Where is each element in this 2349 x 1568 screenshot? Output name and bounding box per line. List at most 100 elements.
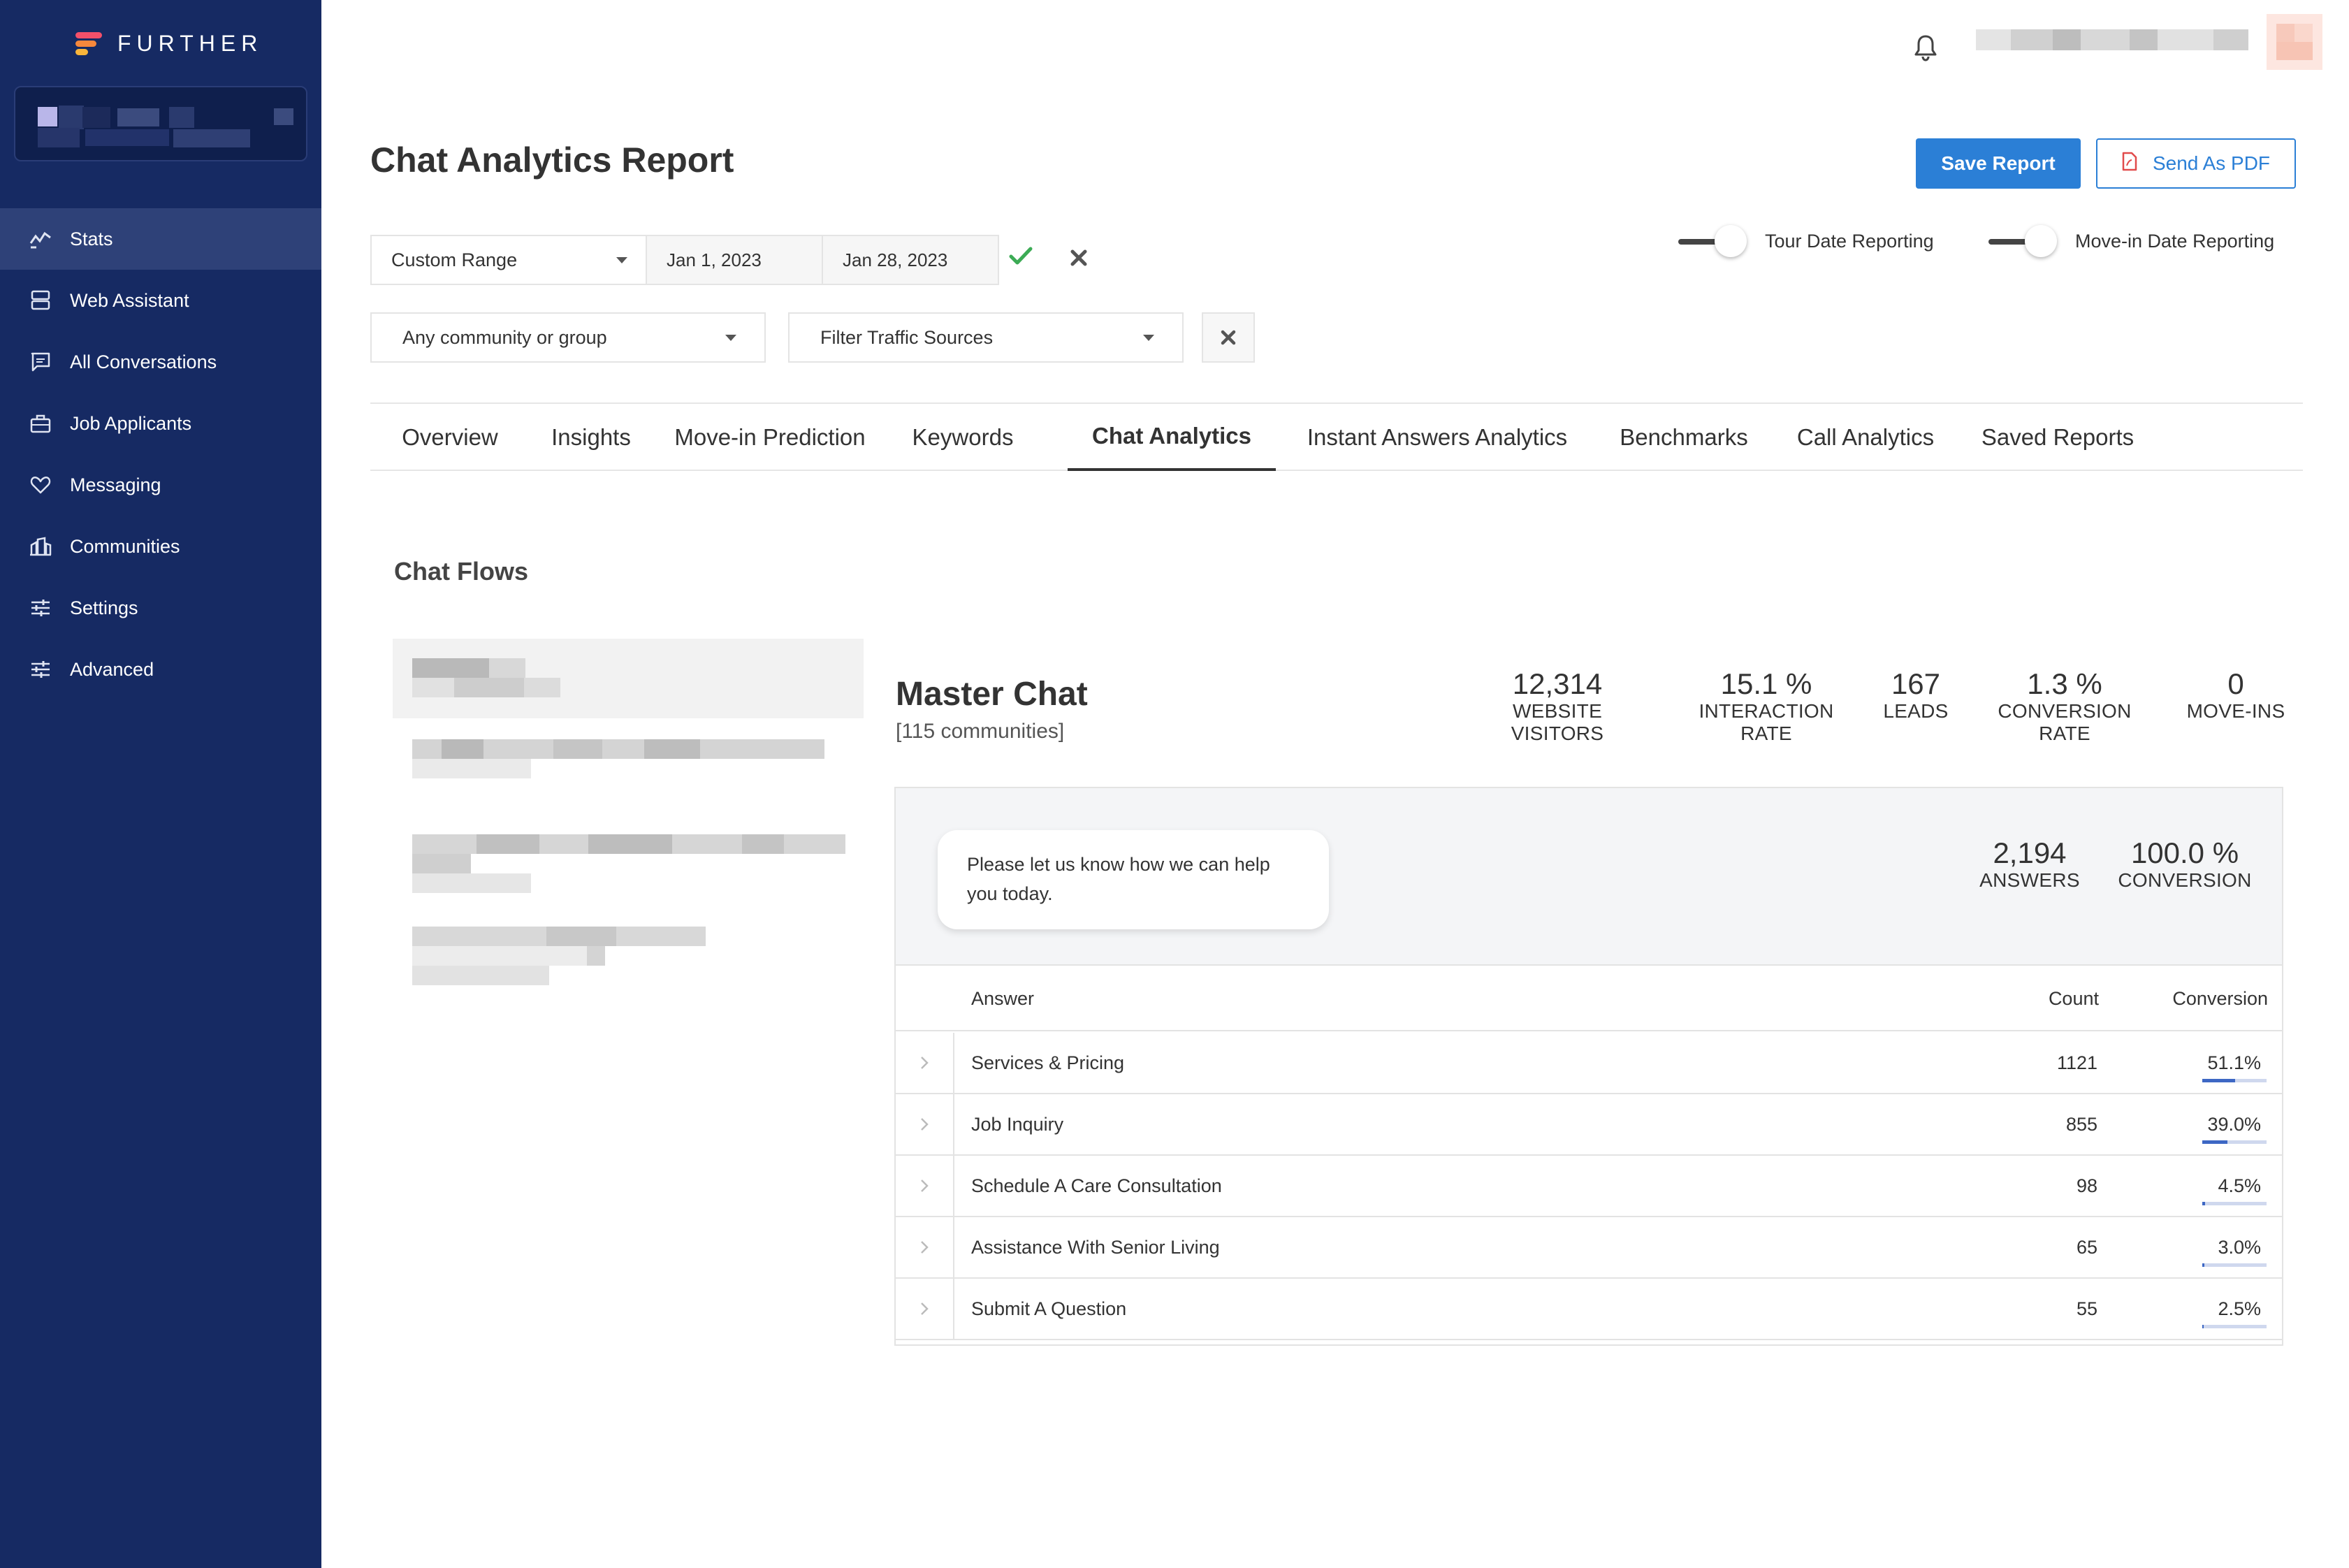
brand-logo[interactable]: FURTHER <box>75 31 263 57</box>
conversion-bar <box>2202 1140 2267 1144</box>
heart-icon <box>28 472 53 498</box>
chat-flows-list <box>393 639 864 996</box>
end-date-input[interactable]: Jan 28, 2023 <box>822 235 999 285</box>
further-logo-icon <box>75 31 102 56</box>
move-in-date-reporting-toggle[interactable]: Move-in Date Reporting <box>1988 224 2274 257</box>
traffic-sources-value: Filter Traffic Sources <box>820 326 994 348</box>
expand-row-chevron-icon[interactable] <box>896 1156 954 1216</box>
sidebar-item-job-applicants[interactable]: Job Applicants <box>0 393 321 454</box>
stat-label: CONVERSION RATE <box>1998 700 2132 745</box>
stat-move-ins: 0 MOVE-INS <box>2180 667 2292 723</box>
master-chat-community-count: [115 communities] <box>896 720 1065 743</box>
tab-keywords[interactable]: Keywords <box>887 404 1038 471</box>
chat-flow-item-redacted[interactable] <box>393 718 864 813</box>
buildings-icon <box>28 534 53 559</box>
save-report-button[interactable]: Save Report <box>1916 138 2081 189</box>
stat-label: CONVERSION <box>2118 869 2252 892</box>
stat-leads: 167 LEADS <box>1877 667 1955 723</box>
master-chat-title: Master Chat <box>896 676 1088 713</box>
expand-row-chevron-icon[interactable] <box>896 1279 954 1339</box>
sidebar-item-messaging[interactable]: Messaging <box>0 454 321 516</box>
conversion-bar-fill <box>2202 1263 2204 1267</box>
sidebar-item-communities[interactable]: Communities <box>0 516 321 577</box>
expand-row-chevron-icon[interactable] <box>896 1033 954 1093</box>
expand-row-chevron-icon[interactable] <box>896 1094 954 1154</box>
clear-dates-close-icon[interactable] <box>1069 248 1089 268</box>
count-cell: 65 <box>2076 1237 2097 1258</box>
send-as-pdf-label: Send As PDF <box>2152 152 2271 174</box>
conversion-cell: 39.0% <box>2207 1114 2261 1135</box>
date-range-select[interactable]: Custom Range <box>370 235 647 285</box>
apply-check-icon[interactable] <box>1009 246 1033 267</box>
tab-chat-analytics[interactable]: Chat Analytics <box>1068 404 1276 471</box>
notification-bell-icon[interactable] <box>1913 34 1938 61</box>
stat-website-visitors: 12,314 WEBSITE VISITORS <box>1470 667 1645 745</box>
sidebar-item-label: Stats <box>70 228 113 249</box>
account-switcher[interactable] <box>14 86 307 161</box>
community-select[interactable]: Any community or group <box>370 312 766 363</box>
sidebar-item-web-assistant[interactable]: Web Assistant <box>0 270 321 331</box>
conversion-bar <box>2202 1263 2267 1267</box>
tab-saved-reports[interactable]: Saved Reports <box>1962 404 2153 471</box>
tab-call-analytics[interactable]: Call Analytics <box>1769 404 1962 471</box>
conversion-bar-fill <box>2202 1140 2227 1144</box>
tour-date-reporting-label: Tour Date Reporting <box>1765 231 1934 252</box>
toggle-knob <box>1715 224 1747 257</box>
conversion-bar-fill <box>2202 1325 2204 1328</box>
chat-icon <box>28 349 53 375</box>
sidebar-item-label: Advanced <box>70 658 154 680</box>
user-name-redacted[interactable] <box>1976 29 2248 50</box>
table-row: Job Inquiry 855 39.0% <box>896 1094 2282 1156</box>
stat-value: 100.0 % <box>2130 836 2239 869</box>
pdf-file-icon <box>2122 152 2137 176</box>
tab-overview[interactable]: Overview <box>370 404 530 471</box>
traffic-sources-select[interactable]: Filter Traffic Sources <box>788 312 1184 363</box>
conversion-cell: 4.5% <box>2218 1175 2261 1196</box>
chat-flow-item-redacted[interactable] <box>393 813 864 913</box>
send-as-pdf-button[interactable]: Send As PDF <box>2096 138 2296 189</box>
stat-conversion: 100.0 % CONVERSION <box>2111 836 2258 892</box>
chat-flow-item-redacted[interactable] <box>393 639 864 718</box>
expand-row-chevron-icon[interactable] <box>896 1217 954 1277</box>
start-date-value: Jan 1, 2023 <box>667 249 762 270</box>
conversion-cell: 3.0% <box>2218 1237 2261 1258</box>
briefcase-icon <box>28 411 53 436</box>
tab-insights[interactable]: Insights <box>530 404 653 471</box>
column-header-conversion: Conversion <box>2172 988 2268 1009</box>
sidebar-nav: Stats Web Assistant All Conversations Jo… <box>0 208 321 700</box>
chat-flow-item-redacted[interactable] <box>393 913 864 996</box>
sidebar-item-stats[interactable]: Stats <box>0 208 321 270</box>
avatar[interactable] <box>2267 14 2322 70</box>
tour-date-reporting-toggle[interactable]: Tour Date Reporting <box>1678 224 1934 257</box>
table-row: Assistance With Senior Living 65 3.0% <box>896 1217 2282 1279</box>
tab-instant-answers-analytics[interactable]: Instant Answers Analytics <box>1276 404 1599 471</box>
tab-benchmarks[interactable]: Benchmarks <box>1599 404 1769 471</box>
sidebar-item-label: Settings <box>70 597 138 618</box>
caret-down-icon <box>1143 335 1154 341</box>
sidebar: FURTHER Stats Web Assistant All Conversa… <box>0 0 321 1568</box>
conversion-cell: 2.5% <box>2218 1298 2261 1319</box>
clear-filters-button[interactable] <box>1202 312 1255 363</box>
answer-cell: Services & Pricing <box>971 1052 1125 1073</box>
table-row: Submit A Question 55 2.5% <box>896 1279 2282 1340</box>
question-header: Please let us know how we can help you t… <box>896 788 2282 966</box>
count-cell: 98 <box>2076 1175 2097 1196</box>
count-cell: 55 <box>2076 1298 2097 1319</box>
report-tabs: Overview Insights Move-in Prediction Key… <box>370 402 2303 471</box>
sidebar-item-label: All Conversations <box>70 351 217 372</box>
tab-move-in-prediction[interactable]: Move-in Prediction <box>653 404 887 471</box>
sidebar-item-advanced[interactable]: Advanced <box>0 639 321 700</box>
sidebar-item-label: Messaging <box>70 474 161 495</box>
end-date-value: Jan 28, 2023 <box>843 249 948 270</box>
table-row: Schedule A Care Consultation 98 4.5% <box>896 1156 2282 1217</box>
sliders-icon <box>28 595 53 620</box>
sidebar-item-all-conversations[interactable]: All Conversations <box>0 331 321 393</box>
table-row: Services & Pricing 1121 51.1% <box>896 1033 2282 1094</box>
answers-table-header: Answer Count Conversion <box>896 967 2282 1031</box>
sidebar-item-label: Job Applicants <box>70 412 192 434</box>
toggle-knob <box>2025 224 2057 257</box>
start-date-input[interactable]: Jan 1, 2023 <box>646 235 823 285</box>
count-cell: 855 <box>2065 1114 2097 1135</box>
sidebar-item-settings[interactable]: Settings <box>0 577 321 639</box>
stat-value: 167 <box>1891 667 1941 700</box>
